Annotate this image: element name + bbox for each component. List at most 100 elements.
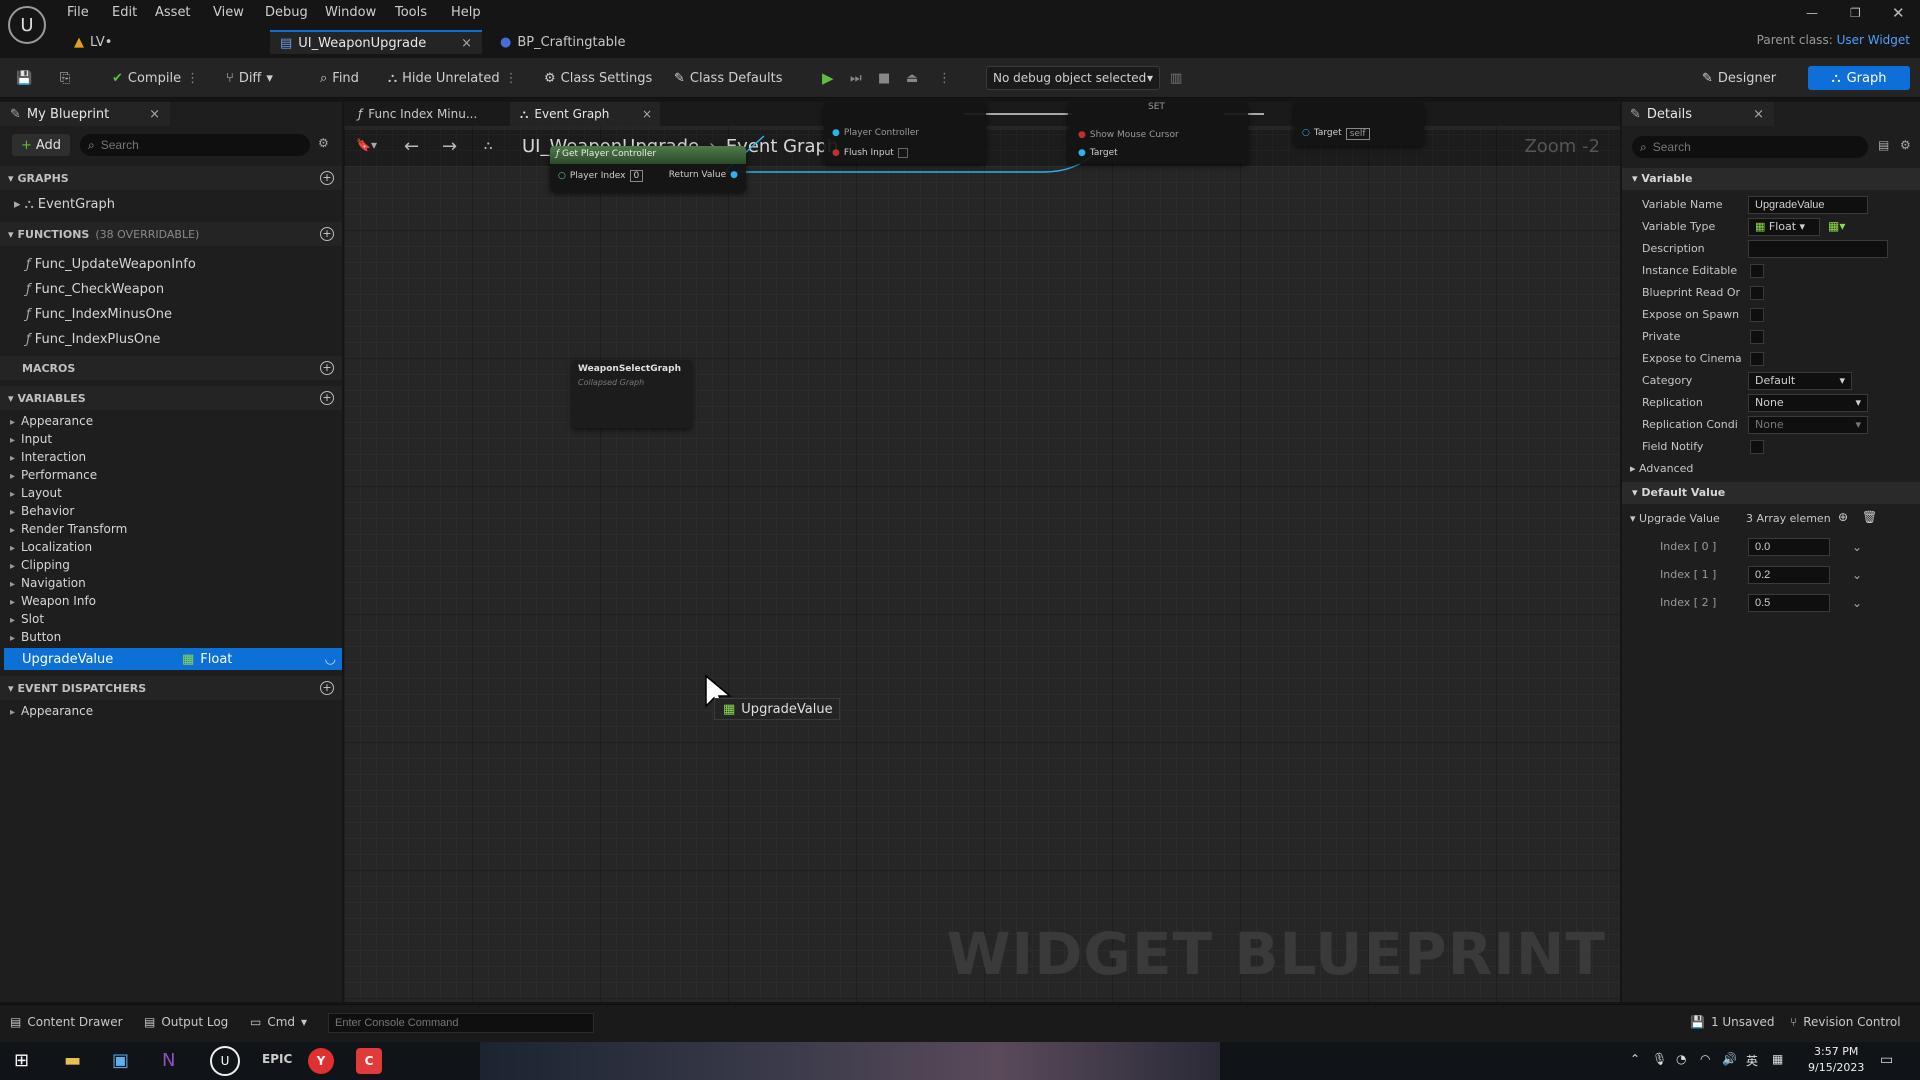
designer-button[interactable]: ✎ Designer [1702,66,1776,90]
unreal-logo-icon[interactable]: U [8,6,46,44]
restore-icon[interactable]: ❐ [1850,6,1861,20]
microphone-icon[interactable]: 🎙 [1652,1052,1667,1066]
output-log-button[interactable]: ▤ Output Log [144,1015,228,1029]
save-icon[interactable]: 💾 [16,66,32,90]
chevron-down-icon[interactable]: ⌄ [1852,540,1862,554]
compile-button[interactable]: ✔ Compile ⋮ [112,66,199,90]
expose-cinematics-checkbox[interactable] [1750,352,1764,366]
add-element-icon[interactable]: ⊕ [1838,510,1848,524]
step-icon[interactable]: ⏭ [850,66,862,90]
yandex-browser-icon[interactable]: Y [308,1048,334,1074]
menu-edit[interactable]: Edit [112,5,137,20]
cmd-button[interactable]: ▭ Cmd ▾ [250,1015,307,1029]
add-variable-icon[interactable]: + [320,391,334,405]
eye-icon[interactable]: ◡ [325,652,336,667]
menu-file[interactable]: File [67,5,89,20]
category-select[interactable]: Default ▾ [1748,372,1852,390]
instance-editable-checkbox[interactable] [1750,264,1764,278]
revision-control-button[interactable]: ⑂ Revision Control [1790,1015,1901,1029]
array-index-0-field[interactable] [1748,538,1830,556]
wifi-icon[interactable]: ◠ [1700,1052,1710,1066]
variable-name-field[interactable] [1748,196,1868,214]
details-search[interactable]: ⌕ [1632,136,1868,158]
variable-category[interactable]: Interaction [10,450,86,464]
replication-select[interactable]: None ▾ [1748,394,1868,412]
epic-games-icon[interactable]: EPIC [262,1052,292,1066]
more-options-icon[interactable]: ⋮ [938,66,951,90]
graphs-section-header[interactable]: ▾ GRAPHS + [0,166,342,190]
close-window-icon[interactable]: ✕ [1892,4,1905,22]
variable-category[interactable]: Performance [10,468,97,482]
network-icon[interactable]: ◔ [1676,1052,1686,1066]
variable-category[interactable]: Input [10,432,52,446]
variable-category[interactable]: Render Transform [10,522,127,536]
menu-view[interactable]: View [213,5,244,20]
variables-section-header[interactable]: ▾ VARIABLES + [0,386,342,410]
graph-item-eventgraph[interactable]: ▸ ⛬ EventGraph [14,197,115,212]
function-item[interactable]: ƒ Func_UpdateWeaponInfo [26,257,196,272]
expose-on-spawn-checkbox[interactable] [1750,308,1764,322]
description-field[interactable] [1748,240,1888,258]
node-set-show-mouse-cursor[interactable]: SET ● Show Mouse Cursor ● Target [1068,102,1248,164]
variable-category[interactable]: Clipping [10,558,70,572]
function-item[interactable]: ƒ Func_CheckWeapon [26,282,164,297]
graph-mode-button[interactable]: ⛬ Graph [1808,66,1910,90]
function-item[interactable]: ƒ Func_IndexMinusOne [26,307,172,322]
app-c-icon[interactable]: C [356,1048,382,1074]
menu-tools[interactable]: Tools [395,5,427,20]
input-language[interactable]: 英 [1746,1052,1758,1069]
doc-tab-level[interactable]: ▲ LV• [64,30,264,54]
node-flush-input[interactable]: ● Player Controller ● Flush Input [824,102,986,164]
find-button[interactable]: ⌕ Find [320,66,359,90]
blueprint-readonly-checkbox[interactable] [1750,286,1764,300]
function-item[interactable]: ƒ Func_IndexPlusOne [26,332,160,347]
private-checkbox[interactable] [1750,330,1764,344]
variable-category[interactable]: Appearance [10,414,93,428]
delete-icon[interactable]: 🗑 [1862,510,1877,524]
macros-section-header[interactable]: MACROS + [0,356,342,380]
add-dispatcher-icon[interactable]: + [320,681,334,695]
store-icon[interactable]: ▣ [112,1050,129,1071]
variable-category[interactable]: Slot [10,612,44,626]
menu-help[interactable]: Help [451,5,481,20]
functions-section-header[interactable]: ▾ FUNCTIONS (38 OVERRIDABLE) + [0,222,342,246]
variable-category[interactable]: Navigation [10,576,86,590]
stop-icon[interactable]: ■ [878,66,890,90]
content-drawer-button[interactable]: ▤ Content Drawer [10,1015,123,1029]
unsaved-indicator[interactable]: 💾 1 Unsaved [1690,1015,1775,1029]
menu-debug[interactable]: Debug [265,5,308,20]
chevron-down-icon[interactable]: ⌄ [1852,596,1862,610]
details-search-input[interactable] [1652,140,1843,154]
tray-chevron-icon[interactable]: ⌃ [1630,1052,1640,1066]
diff-button[interactable]: ⑂ Diff ▾ [226,66,273,90]
add-function-icon[interactable]: + [320,227,334,241]
console-command-input[interactable] [328,1013,594,1033]
eject-icon[interactable]: ⏏ [906,66,918,90]
unreal-taskbar-icon[interactable]: U [210,1046,240,1076]
menu-window[interactable]: Window [325,5,376,20]
minimize-icon[interactable]: — [1806,6,1818,20]
replication-condition-select[interactable]: None ▾ [1748,416,1868,434]
variable-row-upgradevalue[interactable]: UpgradeValue ▦ Float ◡ [4,648,342,670]
array-index-1-field[interactable] [1748,566,1830,584]
field-notify-checkbox[interactable] [1750,440,1764,454]
variable-section-header[interactable]: ▾ Variable [1622,168,1920,190]
add-graph-icon[interactable]: + [320,171,334,185]
keyboard-icon[interactable]: ▦ [1772,1052,1783,1066]
node-target-self[interactable]: ○ Target self [1294,102,1424,146]
dispatcher-category[interactable]: Appearance [10,704,93,718]
doc-tab-bp-craftingtable[interactable]: ● BP_Craftingtable [490,30,690,54]
play-icon[interactable]: ▶ [822,66,834,90]
variable-category[interactable]: Behavior [10,504,74,518]
event-graph-canvas[interactable]: ƒ Func Index Minu... ⛬ Event Graph × 🔖▾ ← →… [344,102,1620,1002]
details-tab[interactable]: ✎ Details × [1622,102,1774,126]
node-weapon-select-graph[interactable]: WeaponSelectGraph Collapsed Graph [572,360,692,428]
container-type-icon[interactable]: ▦▾ [1828,219,1845,233]
hide-unrelated-button[interactable]: ⛬ Hide Unrelated ⋮ [388,66,518,90]
array-index-2-field[interactable] [1748,594,1830,612]
variable-category[interactable]: Localization [10,540,92,554]
settings-gear-icon[interactable]: ⚙ [318,136,329,150]
file-explorer-icon[interactable]: ▬ [64,1050,81,1071]
advanced-expander[interactable]: ▸ Advanced [1630,462,1693,475]
browse-icon[interactable]: ⎘ [60,66,70,90]
